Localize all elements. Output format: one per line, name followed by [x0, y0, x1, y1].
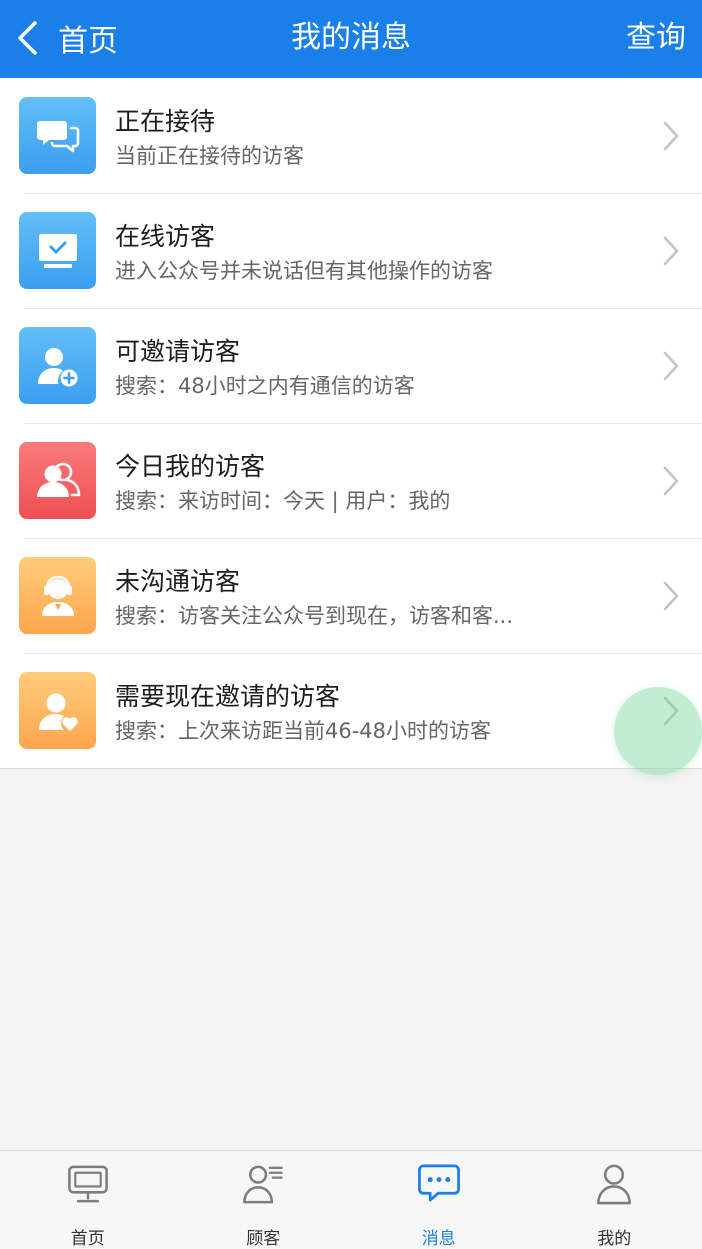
chevron-right-icon	[662, 580, 680, 612]
user-add-icon	[19, 327, 96, 404]
top-bar: 首页 我的消息 查询	[0, 0, 702, 78]
item-subtitle: 搜索：上次来访距当前46-48小时的访客	[115, 715, 491, 745]
back-button[interactable]: 首页	[14, 14, 118, 62]
chevron-right-icon	[662, 350, 680, 382]
list-item-online[interactable]: 在线访客 进入公众号并未说话但有其他操作的访客	[0, 193, 702, 308]
tab-home[interactable]: 首页	[0, 1151, 176, 1249]
item-title: 可邀请访客	[115, 332, 240, 368]
chevron-right-icon	[662, 120, 680, 152]
item-subtitle: 进入公众号并未说话但有其他操作的访客	[115, 255, 493, 285]
customer-icon	[240, 1161, 286, 1206]
person-icon	[591, 1161, 637, 1206]
list-item-receiving[interactable]: 正在接待 当前正在接待的访客	[0, 78, 702, 193]
tab-customers[interactable]: 顾客	[176, 1151, 352, 1249]
item-subtitle: 搜索：访客关注公众号到现在，访客和客...	[115, 600, 513, 630]
tab-label: 我的	[597, 1224, 631, 1249]
tab-label: 顾客	[246, 1224, 280, 1249]
item-title: 正在接待	[115, 102, 215, 138]
item-subtitle: 当前正在接待的访客	[115, 140, 304, 170]
item-subtitle: 搜索：来访时间：今天 | 用户：我的	[115, 485, 450, 515]
item-title: 在线访客	[115, 217, 215, 253]
message-list: 正在接待 当前正在接待的访客 在线访客 进入公众号并未说话但有其他操作的访客	[0, 78, 702, 769]
chevron-right-icon	[662, 235, 680, 267]
users-icon	[19, 442, 96, 519]
query-button[interactable]: 查询	[626, 0, 686, 78]
chevron-right-icon	[662, 465, 680, 497]
tab-label: 首页	[71, 1224, 105, 1249]
item-title: 需要现在邀请的访客	[115, 677, 340, 713]
chevron-left-icon	[14, 20, 40, 56]
monitor-icon	[65, 1161, 111, 1206]
item-subtitle: 搜索：48小时之内有通信的访客	[115, 370, 415, 400]
list-item-invitable[interactable]: 可邀请访客 搜索：48小时之内有通信的访客	[0, 308, 702, 423]
list-item-invite-now[interactable]: 需要现在邀请的访客 搜索：上次来访距当前46-48小时的访客	[0, 653, 702, 768]
bottom-tab-bar: 首页 顾客 消息 我的	[0, 1150, 702, 1249]
item-title: 未沟通访客	[115, 562, 240, 598]
list-item-uncommunicated[interactable]: 未沟通访客 搜索：访客关注公众号到现在，访客和客...	[0, 538, 702, 653]
item-title: 今日我的访客	[115, 447, 265, 483]
list-item-today[interactable]: 今日我的访客 搜索：来访时间：今天 | 用户：我的	[0, 423, 702, 538]
floating-action-button[interactable]	[614, 687, 702, 775]
tab-messages[interactable]: 消息	[351, 1151, 527, 1249]
user-service-icon	[19, 557, 96, 634]
tab-mine[interactable]: 我的	[527, 1151, 702, 1249]
back-label: 首页	[58, 16, 118, 60]
chat-bubbles-icon	[19, 97, 96, 174]
tab-label: 消息	[422, 1224, 456, 1249]
message-icon	[416, 1161, 462, 1206]
user-heart-icon	[19, 672, 96, 749]
monitor-check-icon	[19, 212, 96, 289]
